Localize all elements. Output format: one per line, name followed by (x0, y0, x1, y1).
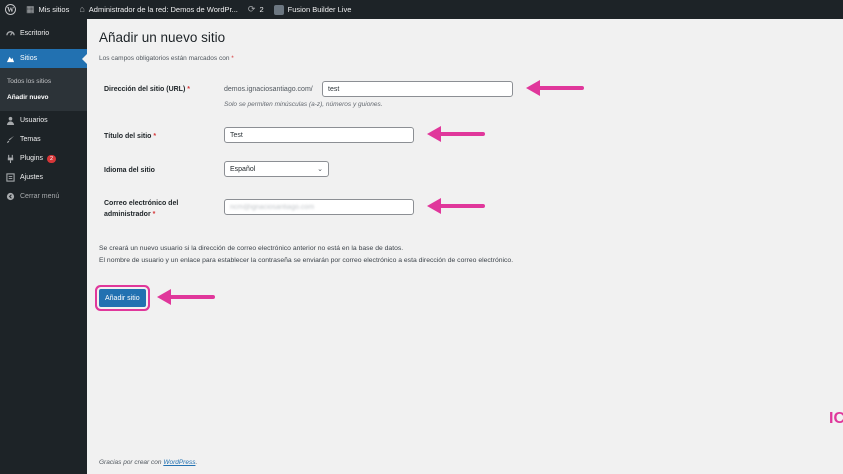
sidebar-item-label: Usuarios (20, 117, 48, 124)
language-label-text: Idioma del sitio (104, 167, 155, 174)
required-note: Los campos obligatorios están marcados c… (99, 55, 839, 62)
site-title-input[interactable] (224, 127, 414, 143)
footer-dot: . (195, 459, 198, 466)
settings-icon (6, 173, 15, 182)
network-admin-menu[interactable]: ⌂ Administrador de la red: Demos de WordP… (74, 0, 243, 19)
sites-icon: ▦ (26, 4, 35, 14)
my-sites-label: Mis sitios (38, 5, 70, 14)
annotation-arrow-icon (427, 198, 485, 214)
collapse-icon (6, 192, 15, 201)
updates-count: 2 (259, 5, 264, 14)
users-icon (6, 116, 15, 125)
email-label-line-1: Correo electrónico del (104, 200, 179, 207)
home-icon: ⌂ (79, 4, 85, 14)
sidebar-item-usuarios[interactable]: Usuarios (0, 111, 87, 130)
footer-text: Gracias por crear con (99, 459, 162, 466)
refresh-icon: ⟳ (247, 4, 256, 14)
required-star: * (187, 86, 190, 93)
sidebar-item-plugins[interactable]: Plugins 2 (0, 149, 87, 168)
email-label: Correo electrónico del administrador * (104, 198, 224, 220)
site-address-input[interactable] (322, 81, 513, 97)
email-value: ncm@ignaciosantiago.com (230, 203, 315, 211)
fusion-label: Fusion Builder Live (287, 5, 352, 14)
address-prefix: demos.ignaciosantiago.com/ (224, 86, 313, 93)
admin-bar: W ▦ Mis sitios ⌂ Administrador de la red: … (0, 0, 843, 19)
title-label: Título del sitio * (104, 131, 224, 142)
sidebar-item-label: Ajustes (20, 174, 43, 181)
sidebar-item-ajustes[interactable]: Ajustes (0, 168, 87, 187)
chevron-down-icon: ⌄ (317, 166, 323, 173)
sidebar-item-label: Cerrar menú (20, 193, 60, 200)
address-label-text: Dirección del sitio (URL) (104, 86, 186, 93)
brush-icon (6, 135, 15, 144)
admin-email-input[interactable]: ncm@ignaciosantiago.com (224, 199, 414, 215)
sites-icon (6, 54, 15, 63)
wp-logo-button[interactable]: W (0, 0, 21, 19)
required-note-text: Los campos obligatorios están marcados c… (99, 55, 230, 62)
info-line-2: El nombre de usuario y un enlace para es… (99, 257, 514, 264)
site-language-select[interactable]: Español ⌄ (224, 161, 329, 177)
email-label-line-2: administrador (104, 211, 151, 218)
admin-footer: Gracias por crear con WordPress. (99, 459, 197, 466)
required-star: * (231, 55, 234, 62)
sidebar-item-sitios[interactable]: Sitios (0, 49, 87, 68)
submenu-todos-los-sitios[interactable]: Todos los sitios (0, 73, 87, 89)
admin-sidebar: Escritorio Sitios Todos los sitios Añadi… (0, 19, 87, 474)
annotation-arrow-icon (157, 289, 215, 305)
sidebar-item-label: Temas (20, 136, 41, 143)
updates-button[interactable]: ⟳ 2 (243, 0, 269, 19)
sidebar-item-label: Sitios (20, 55, 38, 62)
annotation-arrow-icon (526, 80, 584, 96)
sidebar-item-escritorio[interactable]: Escritorio (0, 24, 87, 43)
network-admin-label: Administrador de la red: Demos de WordPr… (88, 5, 238, 14)
submenu-anadir-nuevo[interactable]: Añadir nuevo (0, 89, 87, 105)
fusion-icon (273, 4, 284, 15)
plugins-update-badge: 2 (46, 154, 57, 163)
watermark-logo: IC (829, 410, 843, 427)
add-site-button[interactable]: Añadir sitio (99, 289, 146, 307)
title-label-text: Título del sitio (104, 133, 152, 140)
my-sites-menu[interactable]: ▦ Mis sitios (21, 0, 74, 19)
page-title: Añadir un nuevo sitio (99, 30, 226, 45)
sidebar-item-label: Escritorio (20, 30, 50, 37)
main-content: Añadir un nuevo sitio Los campos obligat… (99, 19, 839, 62)
language-selected-value: Español (230, 165, 256, 173)
sidebar-item-label: Plugins (20, 155, 43, 162)
wordpress-link[interactable]: WordPress (163, 459, 195, 466)
required-star: * (153, 133, 157, 140)
fusion-builder-button[interactable]: Fusion Builder Live (269, 0, 357, 19)
info-line-1: Se creará un nuevo usuario si la direcci… (99, 245, 404, 252)
wordpress-icon: W (5, 4, 16, 15)
dashboard-icon (6, 29, 15, 38)
plugin-icon (6, 154, 15, 163)
annotation-arrow-icon (427, 126, 485, 142)
collapse-menu-button[interactable]: Cerrar menú (0, 187, 87, 206)
address-description: Solo se permiten minúsculas (a-z), númer… (224, 101, 383, 108)
sidebar-item-temas[interactable]: Temas (0, 130, 87, 149)
language-label: Idioma del sitio (104, 165, 224, 176)
required-star: * (152, 211, 156, 218)
address-label: Dirección del sitio (URL) * (104, 84, 224, 95)
sites-submenu: Todos los sitios Añadir nuevo (0, 68, 87, 111)
